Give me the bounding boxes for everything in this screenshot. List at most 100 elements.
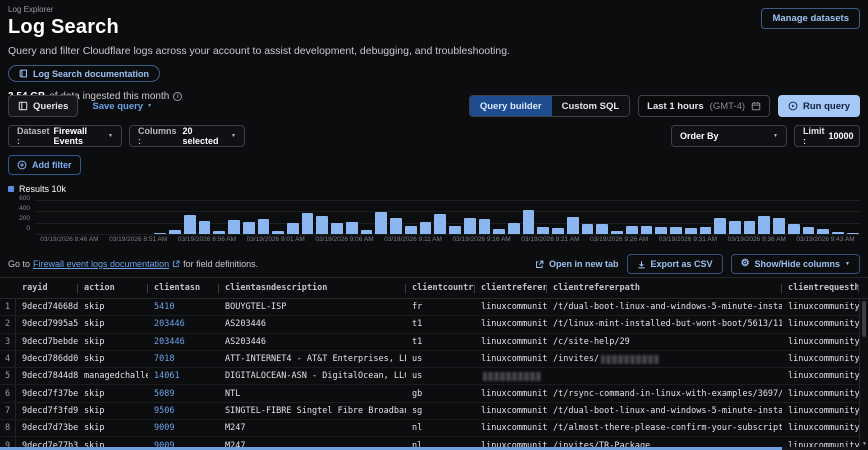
dataset-value: Firewall Events xyxy=(54,126,105,146)
column-header-clientasndescription[interactable]: clientasndescription xyxy=(219,278,406,298)
cell-clientrequesthost: linuxcommunity.io xyxy=(782,420,859,436)
run-query-label: Run query xyxy=(803,101,850,112)
cell-clientasndescription: SINGTEL-FIBRE Singtel Fibre Broadband xyxy=(219,403,406,419)
cell-clientrefererhost xyxy=(475,368,547,384)
run-query-button[interactable]: Run query xyxy=(778,95,860,117)
x-axis-tick-label: 03/19/2026 9:31 AM xyxy=(659,236,717,245)
cell-clientasn[interactable]: 9009 xyxy=(148,420,219,436)
gear-icon: ⚙ xyxy=(741,259,750,269)
chart-bar xyxy=(552,228,564,234)
table-row[interactable]: 19decd74668d6bccdskip5410BOUYGTEL-ISPfrl… xyxy=(0,299,868,316)
cell-clientasndescription: AS203446 xyxy=(219,334,406,350)
dataset-select[interactable]: Dataset : Firewall Events ▼ xyxy=(8,125,122,147)
cell-clientasndescription: AS203446 xyxy=(219,316,406,332)
cell-rayid: 9decd786dd0930a0 xyxy=(16,351,78,367)
cell-clientasn[interactable]: 203446 xyxy=(148,334,219,350)
cell-clientrefererhost: linuxcommunity.io xyxy=(475,299,547,315)
cell-clientasndescription: ATT-INTERNET4 - AT&T Enterprises, LLC xyxy=(219,351,406,367)
limit-input[interactable]: Limit : 10000 xyxy=(794,125,860,147)
column-header-clientasn[interactable]: clientasn xyxy=(148,278,219,298)
chart-bar xyxy=(641,226,653,234)
cell-clientasn[interactable]: 7018 xyxy=(148,351,219,367)
chart-bar xyxy=(154,233,166,234)
column-header-action[interactable]: action xyxy=(78,278,148,298)
x-axis-tick-label: 03/19/2026 9:26 AM xyxy=(590,236,648,245)
field-definitions-doc-link[interactable]: Firewall event logs documentation xyxy=(33,259,169,269)
chart-bar xyxy=(788,224,800,234)
table-row[interactable]: 29decd7995a52d26cskip203446AS203446t1lin… xyxy=(0,316,868,333)
x-axis-tick-label: 03/19/2026 9:11 AM xyxy=(384,236,442,245)
chart-bar xyxy=(302,213,314,234)
table-row[interactable]: 89decd7d73be28eabskip9009M247nllinuxcomm… xyxy=(0,420,868,437)
cell-clientasn[interactable]: 9506 xyxy=(148,403,219,419)
chart-bar xyxy=(744,221,756,234)
dataset-label: Dataset : xyxy=(17,126,50,146)
show-hide-columns-button[interactable]: ⚙ Show/Hide columns ▼ xyxy=(731,254,860,274)
add-filter-button[interactable]: Add filter xyxy=(8,155,81,175)
cell-clientrefererhost: linuxcommunity.io xyxy=(475,316,547,332)
tab-custom-sql[interactable]: Custom SQL xyxy=(552,96,630,116)
column-header-clientrefererhost[interactable]: clientrefererhost xyxy=(475,278,547,298)
column-header-rayid[interactable]: rayid xyxy=(16,278,78,298)
columns-label: Columns : xyxy=(138,126,178,146)
tab-query-builder[interactable]: Query builder xyxy=(470,96,552,116)
row-number-header xyxy=(0,278,16,298)
chart-bars xyxy=(35,200,860,234)
chart-bar xyxy=(316,216,328,234)
row-number: 1 xyxy=(0,299,16,315)
save-query-label: Save query xyxy=(92,101,143,112)
table-header-row: rayidactionclientasnclientasndescription… xyxy=(0,278,868,299)
chart-bar xyxy=(184,215,196,234)
scroll-down-arrow-icon[interactable]: ▼ xyxy=(860,441,868,447)
column-header-clientrefererpath[interactable]: clientrefererpath xyxy=(547,278,782,298)
table-row[interactable]: 69decd7f37be40bebskip5089NTLgblinuxcommu… xyxy=(0,385,868,402)
x-axis-tick-label: 03/19/2026 9:16 AM xyxy=(453,236,511,245)
export-as-csv-button[interactable]: Export as CSV xyxy=(627,254,723,274)
page-description: Query and filter Cloudflare logs across … xyxy=(8,45,860,57)
cell-clientasndescription: NTL xyxy=(219,385,406,401)
chevron-down-icon: ▼ xyxy=(845,261,850,267)
limit-value: 10000 xyxy=(829,131,854,141)
results-legend-dot xyxy=(8,186,14,192)
cell-clientrefererpath: /t/rsync-command-in-linux-with-examples/… xyxy=(547,385,782,401)
chart-bar xyxy=(700,227,712,234)
cell-clientasn[interactable]: 14061 xyxy=(148,368,219,384)
cell-clientrefererhost: linuxcommunity.io xyxy=(475,403,547,419)
column-header-clientcountry[interactable]: clientcountry xyxy=(406,278,475,298)
chart-bar xyxy=(714,218,726,234)
cell-clientrequesthost: linuxcommunity.io xyxy=(782,334,859,350)
cell-action: skip xyxy=(78,420,148,436)
time-range-picker[interactable]: Last 1 hours (GMT-4) xyxy=(638,95,770,117)
y-axis-tick-label: 600 xyxy=(8,196,30,203)
chart-bar xyxy=(537,227,549,234)
cell-clientasn[interactable]: 5089 xyxy=(148,385,219,401)
row-number: 8 xyxy=(0,420,16,436)
chart-bar xyxy=(773,218,785,234)
open-in-new-tab-button[interactable]: Open in new tab xyxy=(535,259,619,269)
cell-clientasn[interactable]: 5410 xyxy=(148,299,219,315)
cell-clientcountry: gb xyxy=(406,385,475,401)
table-row[interactable]: 79decd7f3fd97823askip9506SINGTEL-FIBRE S… xyxy=(0,403,868,420)
play-icon xyxy=(788,101,798,111)
order-by-select[interactable]: Order By ▼ xyxy=(671,125,787,147)
vertical-scrollbar[interactable]: ▼ xyxy=(859,299,868,447)
log-search-documentation-button[interactable]: Log Search documentation xyxy=(8,65,160,82)
manage-datasets-button[interactable]: Manage datasets xyxy=(761,8,860,29)
cell-clientrefererpath: /invites/ xyxy=(547,351,782,367)
download-icon xyxy=(637,260,646,269)
chart-bar xyxy=(655,227,667,234)
cell-clientrefererpath: /t/almost-there-please-confirm-your-subs… xyxy=(547,420,782,436)
table-row[interactable]: 59decd7844d8c5e39managedchallenge14061DI… xyxy=(0,368,868,385)
cell-clientcountry: fr xyxy=(406,299,475,315)
table-row[interactable]: 49decd786dd0930a0skip7018ATT-INTERNET4 -… xyxy=(0,351,868,368)
cell-clientasn[interactable]: 203446 xyxy=(148,316,219,332)
save-query-button[interactable]: Save query ▼ xyxy=(92,101,152,112)
column-header-clientrequesthost[interactable]: clientrequesthost xyxy=(782,278,859,298)
table-row[interactable]: 39decd7bebdead26cskip203446AS203446t1lin… xyxy=(0,334,868,351)
cell-clientrefererhost: linuxcommunity.io xyxy=(475,351,547,367)
chevron-down-icon: ▼ xyxy=(147,103,152,109)
columns-select[interactable]: Columns : 20 selected ▼ xyxy=(129,125,245,147)
vertical-scrollbar-thumb[interactable] xyxy=(862,301,866,337)
queries-button[interactable]: Queries xyxy=(8,95,78,117)
cell-clientrequesthost: linuxcommunity.io xyxy=(782,403,859,419)
